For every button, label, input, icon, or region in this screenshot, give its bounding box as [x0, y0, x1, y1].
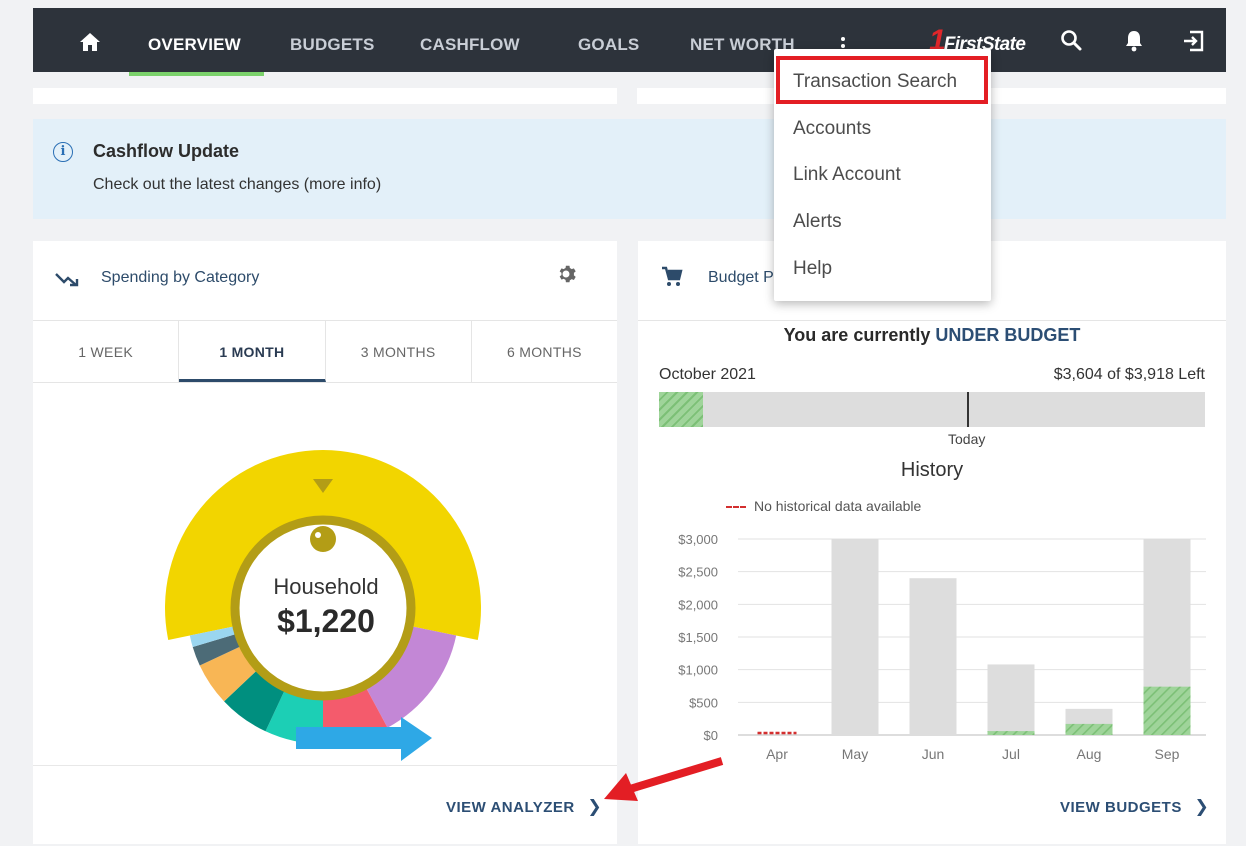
bell-icon[interactable] — [1121, 28, 1147, 54]
tab-1-week[interactable]: 1 WEEK — [33, 321, 180, 382]
gear-icon[interactable] — [555, 263, 577, 285]
menu-item-help[interactable]: Help — [793, 258, 832, 280]
menu-item-alerts[interactable]: Alerts — [793, 211, 842, 233]
more-dropdown-menu: Transaction Search Accounts Link Account… — [774, 49, 991, 301]
dashed-legend-marker — [726, 506, 746, 509]
cart-icon — [662, 266, 683, 286]
spending-card-title: Spending by Category — [101, 269, 260, 286]
y-tick-label: $2,000 — [678, 597, 718, 612]
x-tick-label: Jul — [1002, 746, 1020, 762]
menu-item-transaction-search[interactable]: Transaction Search — [793, 71, 957, 93]
x-tick-label: Aug — [1077, 746, 1102, 762]
chevron-right-icon: ❯ — [1194, 797, 1210, 816]
y-tick-label: $2,500 — [678, 565, 718, 580]
tab-1-month[interactable]: 1 MONTH — [179, 321, 326, 382]
view-budgets-link[interactable]: VIEW BUDGETS ❯ — [1060, 797, 1209, 817]
top-navigation: OVERVIEW BUDGETS CASHFLOW GOALS NET WORT… — [33, 8, 1226, 76]
budget-progress-bar — [659, 392, 1205, 427]
card-header: Spending by Category — [33, 241, 617, 321]
budget-summary: $3,604 of $3,918 Left — [1053, 366, 1205, 383]
donut-center-label: Household — [273, 574, 379, 599]
budget-bar[interactable] — [987, 664, 1035, 735]
spending-by-category-card: Spending by Category 1 WEEK 1 MONTH 3 MO… — [33, 241, 617, 844]
today-label: Today — [948, 431, 986, 447]
budget-card-title: Budget P — [708, 269, 774, 286]
history-title: History — [900, 459, 964, 481]
budget-bar[interactable] — [909, 578, 957, 735]
budget-month: October 2021 — [659, 366, 756, 383]
y-tick-label: $1,000 — [678, 663, 718, 678]
x-tick-label: Apr — [766, 746, 788, 762]
nav-cashflow[interactable]: CASHFLOW — [420, 8, 520, 72]
time-range-tabs: 1 WEEK 1 MONTH 3 MONTHS 6 MONTHS — [33, 321, 617, 383]
menu-item-link-account[interactable]: Link Account — [793, 164, 901, 186]
tag-icon — [310, 526, 336, 552]
today-marker — [967, 392, 969, 427]
budget-progress-fill — [659, 392, 703, 427]
menu-item-accounts[interactable]: Accounts — [793, 118, 871, 140]
spent-bar[interactable] — [1143, 686, 1191, 735]
banner-title: Cashflow Update — [93, 141, 240, 161]
y-tick-label: $0 — [704, 728, 718, 743]
y-tick-label: $500 — [689, 695, 718, 710]
x-tick-label: May — [842, 746, 868, 762]
banner-text[interactable]: Check out the latest changes (more info) — [93, 176, 381, 194]
cashflow-update-banner: i Cashflow Update Check out the latest c… — [33, 119, 1226, 219]
x-tick-label: Sep — [1155, 746, 1180, 762]
tab-3-months[interactable]: 3 MONTHS — [326, 321, 472, 382]
tab-6-months[interactable]: 6 MONTHS — [472, 321, 617, 382]
nav-goals[interactable]: GOALS — [578, 8, 639, 72]
donut-center-value: $1,220 — [277, 603, 375, 639]
view-analyzer-link[interactable]: VIEW ANALYZER ❯ — [446, 797, 602, 817]
info-icon: i — [53, 142, 73, 162]
trending-down-icon — [55, 273, 79, 287]
red-arrow-annotation — [604, 757, 724, 801]
search-icon[interactable] — [1059, 28, 1085, 54]
logout-icon[interactable] — [1181, 28, 1207, 54]
nav-overview[interactable]: OVERVIEW — [148, 8, 241, 72]
x-tick-label: Jun — [922, 746, 945, 762]
nav-active-indicator — [129, 72, 264, 76]
card-divider — [33, 765, 617, 766]
card-top-left-edge — [33, 88, 617, 104]
home-icon[interactable] — [79, 32, 101, 52]
history-legend: No historical data available — [726, 498, 921, 514]
spent-bar[interactable] — [987, 731, 1035, 735]
history-bar-chart: $3,000 $2,500 $2,000 $1,500 $1,000 $500 $0 Apr M… — [678, 532, 1206, 762]
spent-bar[interactable] — [1065, 723, 1113, 735]
y-tick-label: $3,000 — [678, 532, 718, 547]
blue-arrow-annotation — [296, 717, 432, 761]
budget-bar[interactable] — [831, 539, 879, 735]
y-tick-label: $1,500 — [678, 630, 718, 645]
nav-budgets[interactable]: BUDGETS — [290, 8, 375, 72]
budget-status-headline: You are currently UNDER BUDGET — [783, 325, 1081, 345]
